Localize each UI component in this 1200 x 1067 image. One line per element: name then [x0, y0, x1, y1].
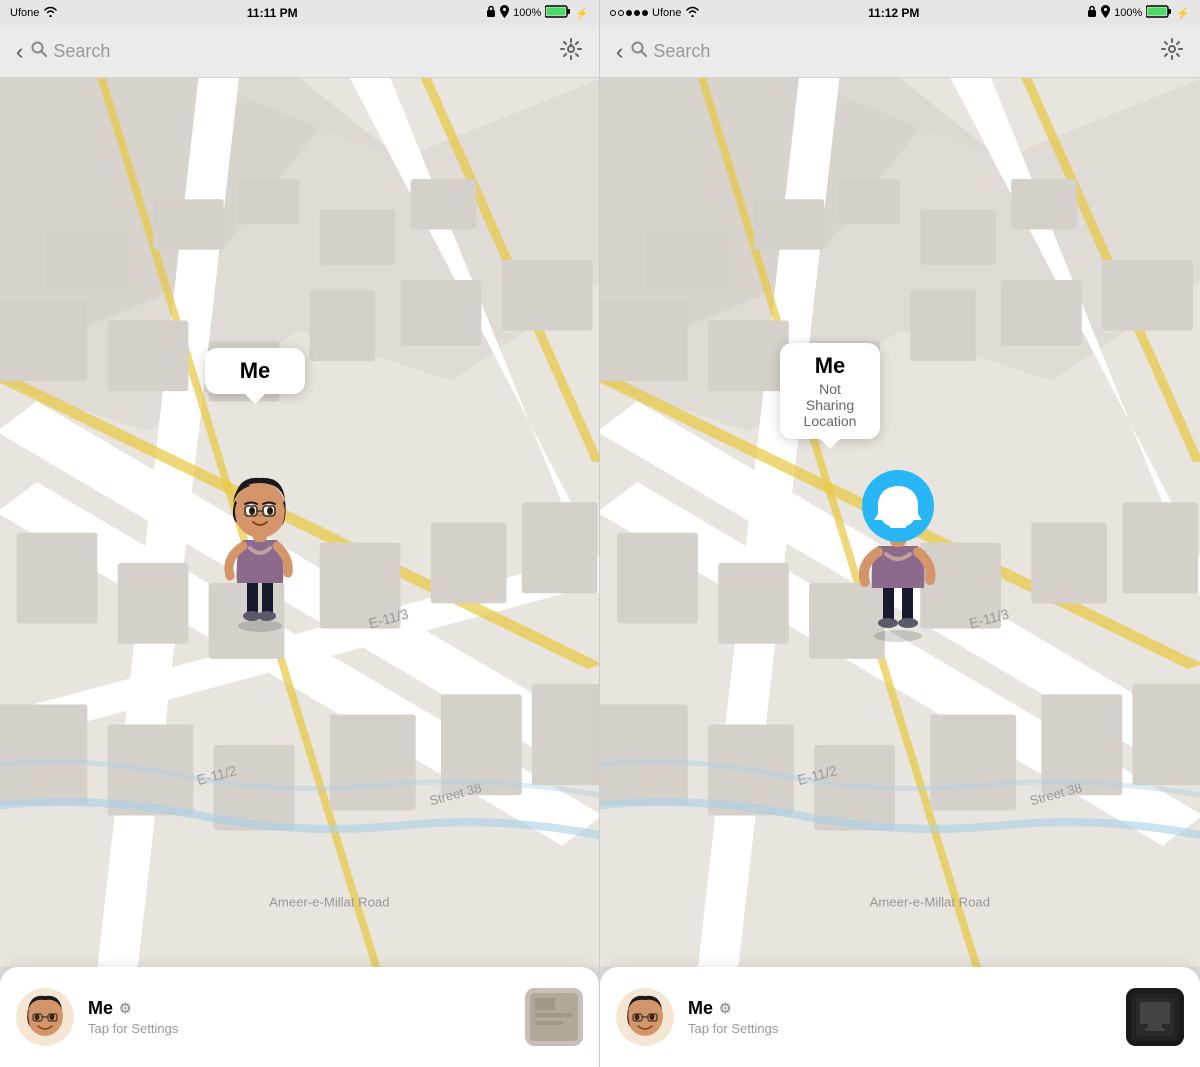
left-card-info: Me ⚙ Tap for Settings — [88, 998, 511, 1036]
right-snap-thumb[interactable] — [1126, 988, 1184, 1046]
right-settings-icon[interactable] — [1160, 37, 1184, 67]
right-bitmoji-container — [848, 468, 948, 648]
svg-text:Ameer-e-Millat Road: Ameer-e-Millat Road — [870, 894, 990, 909]
signal-dot-1 — [610, 10, 616, 16]
right-callout-title: Me — [798, 353, 862, 379]
left-character-svg — [215, 468, 305, 633]
right-battery-icon — [1146, 5, 1172, 21]
right-bottom-card[interactable]: Me ⚙ Tap for Settings — [600, 967, 1200, 1067]
right-card-gear-icon: ⚙ — [719, 1000, 732, 1017]
right-location-icon — [1101, 5, 1110, 21]
right-carrier — [610, 10, 648, 16]
right-status-left: Ufone — [610, 6, 700, 20]
right-callout: Me Not Sharing Location — [780, 343, 880, 439]
left-search-icon — [31, 41, 47, 62]
left-lock-icon — [486, 5, 496, 21]
right-status-right: 100% ⚡ — [1087, 5, 1190, 21]
right-wifi-icon — [685, 6, 700, 20]
left-wifi-icon — [43, 6, 58, 20]
right-back-button[interactable]: ‹ — [616, 39, 623, 65]
svg-text:Ameer-e-Millat Road: Ameer-e-Millat Road — [269, 894, 389, 909]
left-battery-pct: 100% — [513, 7, 541, 19]
left-settings-icon[interactable] — [559, 37, 583, 67]
left-battery-icon — [545, 5, 571, 21]
left-location-icon — [500, 5, 509, 21]
signal-dot-4 — [634, 10, 640, 16]
right-carrier-name: Ufone — [652, 7, 681, 19]
left-status-right: 100% ⚡ — [486, 5, 589, 21]
left-card-gear-icon: ⚙ — [119, 1000, 132, 1017]
right-time: 11:12 PM — [868, 6, 919, 20]
right-nav-bar: ‹ Search — [600, 26, 1200, 78]
right-card-avatar — [616, 988, 674, 1046]
right-card-subtitle: Tap for Settings — [688, 1021, 1112, 1036]
left-time: 11:11 PM — [247, 6, 298, 20]
left-bitmoji — [215, 468, 305, 638]
right-lock-icon — [1087, 5, 1097, 21]
left-search-bar[interactable]: Search — [31, 41, 559, 62]
left-bottom-card[interactable]: Me ⚙ Tap for Settings — [0, 967, 599, 1067]
left-callout-title: Me — [223, 358, 287, 384]
right-bolt-icon: ⚡ — [1176, 7, 1190, 20]
left-status-left: Ufone — [10, 6, 58, 20]
left-snap-thumb[interactable] — [525, 988, 583, 1046]
right-callout-subtitle: Not Sharing Location — [798, 381, 862, 429]
right-character-svg — [848, 468, 948, 643]
right-battery-pct: 100% — [1114, 7, 1142, 19]
left-search-text: Search — [53, 41, 110, 62]
left-card-name: Me ⚙ — [88, 998, 511, 1019]
right-map: E-11/3 E-11/2 Street 38 Ameer-e-Millat R… — [600, 78, 1200, 967]
left-card-subtitle: Tap for Settings — [88, 1021, 511, 1036]
left-callout: Me — [205, 348, 305, 394]
left-screen: Ufone 11:11 PM — [0, 0, 600, 1067]
signal-dot-3 — [626, 10, 632, 16]
left-map: E-11/3 E-11/2 Street 38 Ameer-e-Millat R… — [0, 78, 599, 967]
right-search-text: Search — [653, 41, 710, 62]
right-screen: Ufone 11:12 PM — [600, 0, 1200, 1067]
signal-dot-5 — [642, 10, 648, 16]
left-nav-bar: ‹ Search — [0, 26, 599, 78]
right-status-bar: Ufone 11:12 PM — [600, 0, 1200, 26]
left-carrier: Ufone — [10, 7, 39, 19]
right-search-icon — [631, 41, 647, 62]
right-search-bar[interactable]: Search — [631, 41, 1160, 62]
left-back-button[interactable]: ‹ — [16, 39, 23, 65]
right-card-name: Me ⚙ — [688, 998, 1112, 1019]
left-card-avatar — [16, 988, 74, 1046]
signal-dot-2 — [618, 10, 624, 16]
right-card-info: Me ⚙ Tap for Settings — [688, 998, 1112, 1036]
left-bolt-icon: ⚡ — [575, 7, 589, 20]
right-signal — [610, 10, 648, 16]
left-status-bar: Ufone 11:11 PM — [0, 0, 599, 26]
